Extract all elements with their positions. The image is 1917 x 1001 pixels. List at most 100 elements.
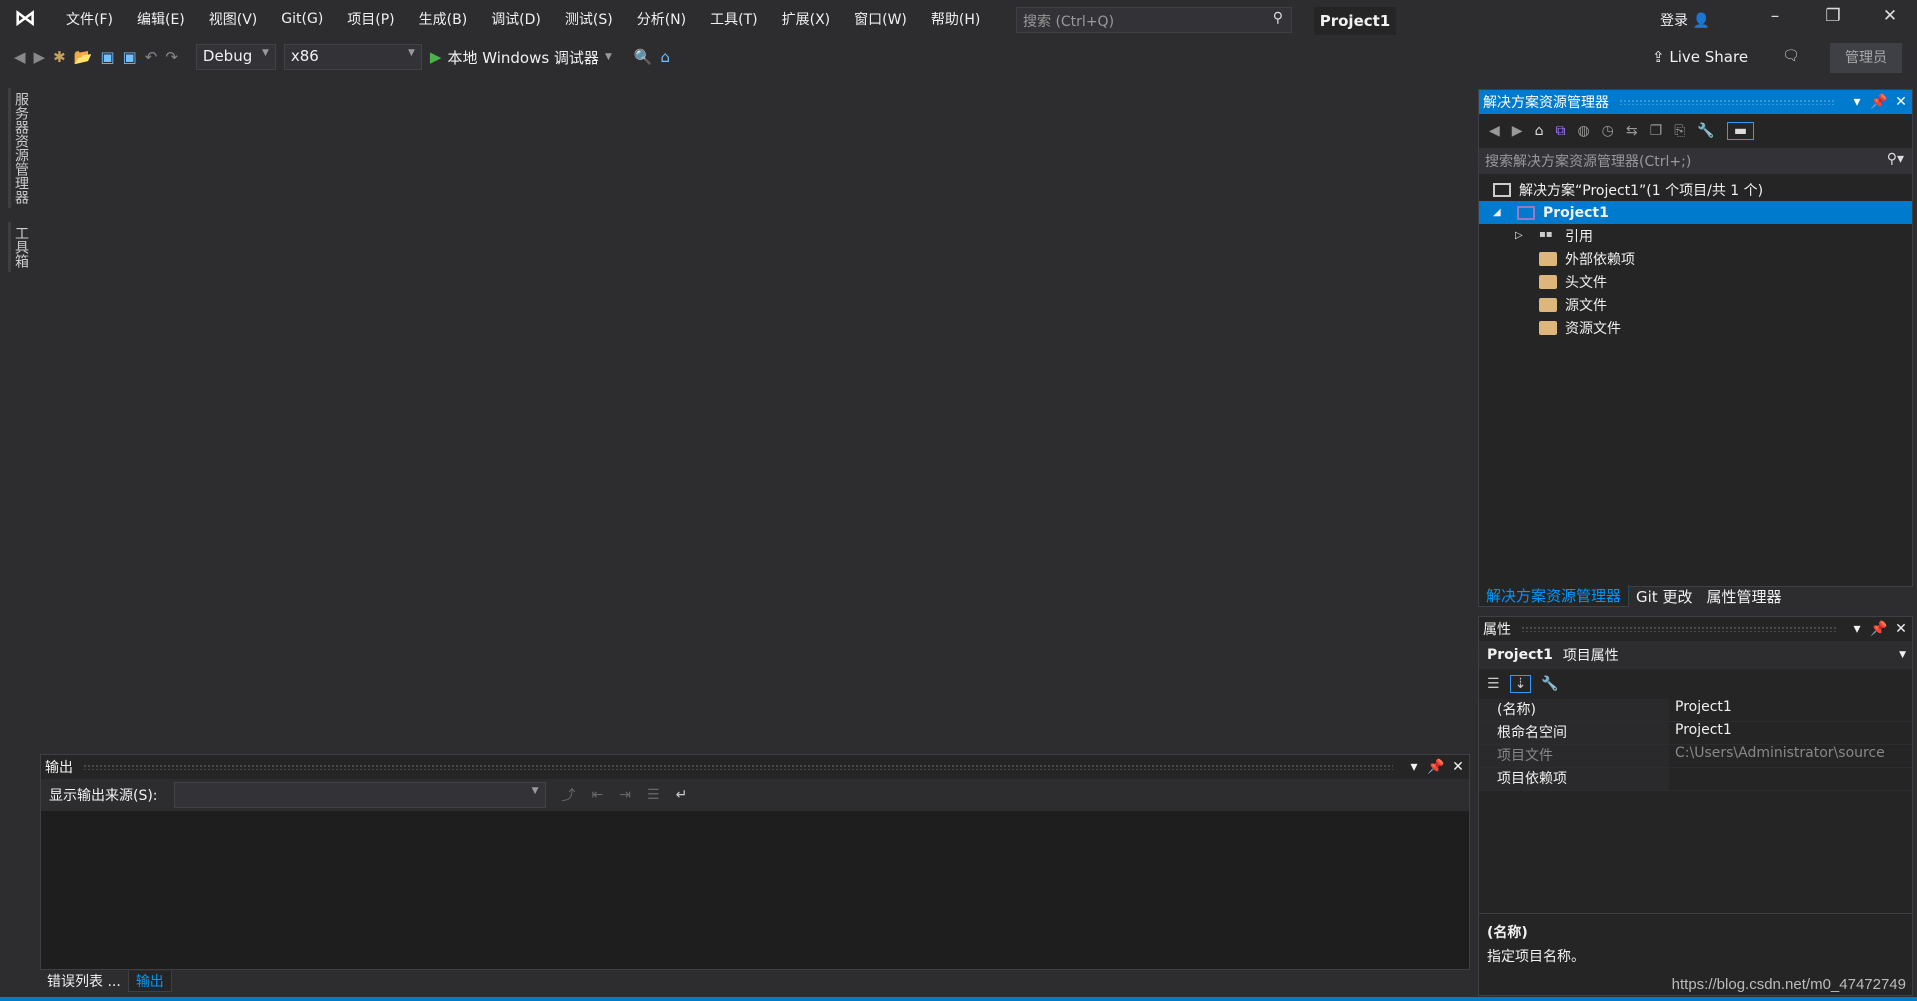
menu-debug[interactable]: 调试(D) bbox=[479, 9, 553, 29]
tree-project[interactable]: ◢ Project1 bbox=[1479, 201, 1912, 224]
chevron-down-icon: ▼ bbox=[531, 786, 539, 796]
tree-solution[interactable]: 解决方案“Project1”(1 个项目/共 1 个) bbox=[1479, 178, 1912, 201]
watermark: https://blog.csdn.net/m0_47472749 bbox=[1671, 976, 1906, 993]
tree-item-header-files[interactable]: 头文件 bbox=[1479, 270, 1912, 293]
property-value[interactable] bbox=[1669, 768, 1912, 790]
back-icon[interactable]: ◀ bbox=[14, 48, 26, 66]
sync-icon[interactable]: ⇆ bbox=[1626, 123, 1638, 139]
output-content[interactable] bbox=[41, 811, 1469, 969]
back-icon[interactable]: ◀ bbox=[1489, 123, 1500, 139]
close-icon[interactable]: ✕ bbox=[1890, 94, 1912, 110]
tab-solution-explorer[interactable]: 解决方案资源管理器 bbox=[1478, 585, 1630, 607]
menu-extensions[interactable]: 扩展(X) bbox=[770, 9, 843, 29]
property-row[interactable]: 项目依赖项 bbox=[1479, 768, 1912, 791]
home-icon[interactable]: ⌂ bbox=[1535, 123, 1544, 139]
tree-item-external-deps[interactable]: 外部依赖项 bbox=[1479, 247, 1912, 270]
admin-badge: 管理员 bbox=[1830, 43, 1902, 73]
new-project-icon[interactable]: ✱ bbox=[53, 48, 66, 66]
item-label: 资源文件 bbox=[1565, 320, 1621, 337]
pin-icon[interactable]: 📌 bbox=[1425, 759, 1447, 775]
redo-icon[interactable]: ↷ bbox=[165, 48, 178, 66]
find-in-files-icon[interactable]: 🔍 bbox=[634, 48, 653, 66]
property-row[interactable]: 根命名空间 Project1 bbox=[1479, 722, 1912, 745]
pin-icon[interactable]: 📌 bbox=[1868, 94, 1890, 110]
start-debugging-button[interactable]: ▶ 本地 Windows 调试器 ▼ bbox=[430, 47, 612, 68]
menu-help[interactable]: 帮助(H) bbox=[919, 9, 992, 29]
pending-changes-icon[interactable]: ◷ bbox=[1602, 123, 1614, 139]
visual-studio-logo-icon: ⋈ bbox=[14, 6, 36, 31]
forward-icon[interactable]: ▶ bbox=[1512, 123, 1523, 139]
menu-git[interactable]: Git(G) bbox=[269, 11, 335, 27]
find-message-icon[interactable]: ⤴ bbox=[562, 785, 576, 805]
close-button[interactable]: ✕ bbox=[1870, 6, 1910, 34]
close-icon[interactable]: ✕ bbox=[1890, 621, 1912, 637]
menu-edit[interactable]: 编辑(E) bbox=[125, 9, 197, 29]
tab-error-list[interactable]: 错误列表 ... bbox=[40, 971, 128, 991]
property-key: 根命名空间 bbox=[1479, 722, 1669, 744]
feedback-icon[interactable]: 🗨 bbox=[1782, 48, 1800, 64]
menu-window[interactable]: 窗口(W) bbox=[842, 9, 919, 29]
undo-icon[interactable]: ↶ bbox=[145, 48, 158, 66]
tree-item-references[interactable]: ▷ ▪▪ 引用 bbox=[1479, 224, 1912, 247]
output-source-select[interactable]: ▼ bbox=[173, 782, 546, 808]
save-all-icon[interactable]: ▣ bbox=[123, 48, 137, 66]
properties-icon[interactable]: 🔧 bbox=[1697, 123, 1714, 139]
menu-test[interactable]: 测试(S) bbox=[553, 9, 625, 29]
menu-file[interactable]: 文件(F) bbox=[54, 9, 125, 29]
categorized-icon[interactable]: ☰ bbox=[1487, 676, 1500, 692]
preview-icon[interactable]: ▬ bbox=[1726, 122, 1755, 140]
word-wrap-icon[interactable]: ↵ bbox=[676, 787, 688, 803]
property-key: 项目依赖项 bbox=[1479, 768, 1669, 790]
project-title: Project1 bbox=[1314, 7, 1396, 35]
menu-analyze[interactable]: 分析(N) bbox=[625, 9, 698, 29]
solution-search-input[interactable]: 搜索解决方案资源管理器(Ctrl+;) ⚲▾ bbox=[1479, 148, 1912, 174]
menu-build[interactable]: 生成(B) bbox=[407, 9, 480, 29]
switch-view-icon[interactable]: ⧉ bbox=[1555, 123, 1565, 139]
minimize-button[interactable]: – bbox=[1755, 6, 1795, 34]
alphabetical-icon[interactable]: ⇣ bbox=[1509, 675, 1532, 693]
menu-view[interactable]: 视图(V) bbox=[197, 9, 270, 29]
tab-property-manager[interactable]: 属性管理器 bbox=[1699, 586, 1788, 607]
menu-tools[interactable]: 工具(T) bbox=[698, 9, 769, 29]
show-all-files-icon[interactable]: ⎘ bbox=[1674, 123, 1685, 139]
property-row[interactable]: 项目文件 C:\Users\Administrator\source bbox=[1479, 745, 1912, 768]
server-explorer-tab[interactable]: 服务器资源管理器 bbox=[8, 88, 31, 208]
toolbox-tab[interactable]: 工具箱 bbox=[8, 222, 31, 272]
browser-link-icon[interactable]: ⌂ bbox=[661, 48, 671, 66]
tab-git-changes[interactable]: Git 更改 bbox=[1629, 586, 1699, 607]
collapse-all-icon[interactable]: ❐ bbox=[1650, 123, 1663, 139]
property-pages-icon[interactable]: 🔧 bbox=[1541, 676, 1558, 692]
open-folder-icon[interactable]: 📂 bbox=[74, 48, 93, 66]
live-share-button[interactable]: ⇪ Live Share bbox=[1652, 48, 1748, 66]
property-value[interactable]: C:\Users\Administrator\source bbox=[1669, 745, 1912, 767]
item-label: 头文件 bbox=[1565, 274, 1607, 291]
dropdown-icon[interactable]: ▾ bbox=[1403, 759, 1425, 775]
configuration-select[interactable]: Debug ▼ bbox=[195, 44, 276, 70]
forward-icon[interactable]: ▶ bbox=[34, 48, 46, 66]
close-icon[interactable]: ✕ bbox=[1447, 759, 1469, 775]
clear-all-icon[interactable]: ☰ bbox=[647, 787, 660, 803]
search-input[interactable]: 搜索 (Ctrl+Q) ⚲ bbox=[1016, 7, 1292, 33]
solution-explorer-toolbar: ◀ ▶ ⌂ ⧉ ◍ ◷ ⇆ ❐ ⎘ 🔧 ▬ bbox=[1479, 114, 1912, 148]
output-tabs: 错误列表 ... 输出 bbox=[40, 970, 172, 992]
tab-output[interactable]: 输出 bbox=[127, 970, 172, 992]
tree-item-resource-files[interactable]: 资源文件 bbox=[1479, 316, 1912, 339]
dropdown-icon[interactable]: ▾ bbox=[1846, 621, 1868, 637]
restore-button[interactable]: ❐ bbox=[1813, 6, 1853, 34]
menu-project[interactable]: 项目(P) bbox=[335, 9, 406, 29]
globe-icon[interactable]: ◍ bbox=[1577, 123, 1589, 139]
property-value[interactable]: Project1 bbox=[1669, 722, 1912, 744]
save-icon[interactable]: ▣ bbox=[100, 48, 114, 66]
object-selector[interactable]: Project1 项目属性 ▼ bbox=[1479, 641, 1912, 669]
pin-icon[interactable]: 📌 bbox=[1868, 621, 1890, 637]
tree-item-source-files[interactable]: 源文件 bbox=[1479, 293, 1912, 316]
login-button[interactable]: 登录 👤 bbox=[1660, 10, 1710, 30]
dropdown-icon[interactable]: ▾ bbox=[1846, 94, 1868, 110]
property-row[interactable]: (名称) Project1 bbox=[1479, 699, 1912, 722]
platform-select[interactable]: x86 ▼ bbox=[283, 44, 422, 70]
previous-message-icon[interactable]: ⇤ bbox=[592, 787, 604, 803]
next-message-icon[interactable]: ⇥ bbox=[619, 787, 631, 803]
property-value[interactable]: Project1 bbox=[1669, 699, 1912, 721]
description-text: 指定项目名称。 bbox=[1487, 949, 1585, 965]
chevron-down-icon: ▼ bbox=[1899, 650, 1906, 660]
